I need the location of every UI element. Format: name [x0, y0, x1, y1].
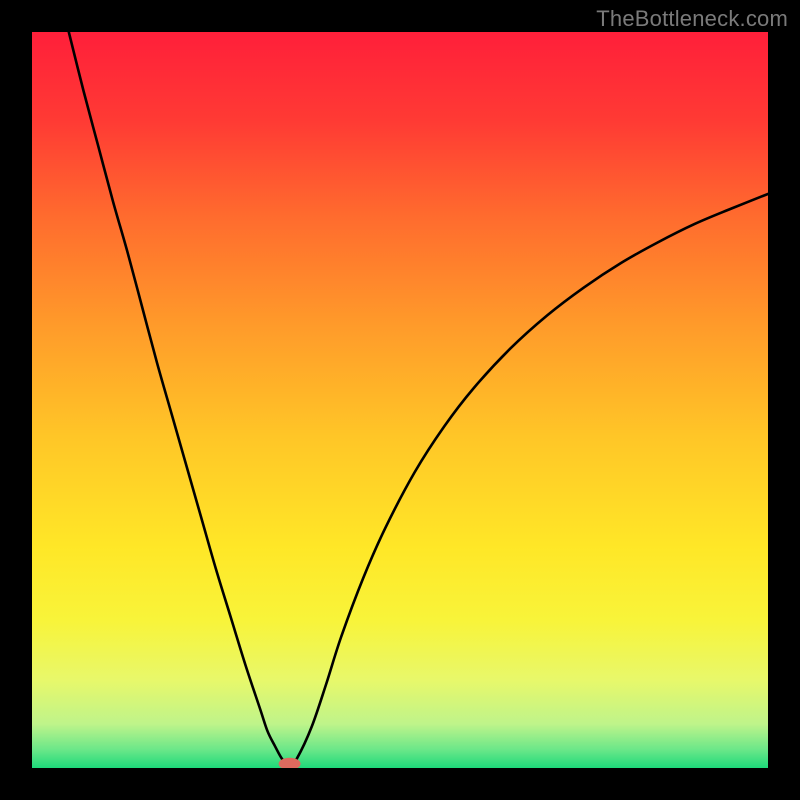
- watermark-text: TheBottleneck.com: [596, 6, 788, 32]
- chart-frame: TheBottleneck.com: [0, 0, 800, 800]
- gradient-background: [32, 32, 768, 768]
- chart-svg: [32, 32, 768, 768]
- plot-area: [32, 32, 768, 768]
